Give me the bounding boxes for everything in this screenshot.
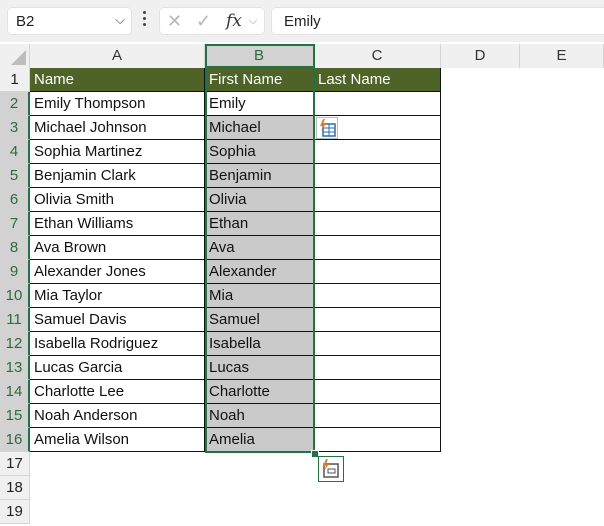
formula-input[interactable]: Emily xyxy=(271,7,604,35)
cell-first-name[interactable]: Ethan xyxy=(205,212,314,236)
cell-last-name[interactable] xyxy=(314,404,441,428)
row-header[interactable]: 1 xyxy=(0,68,30,92)
header-cell-first-name[interactable]: First Name xyxy=(205,68,314,92)
cell-first-name[interactable]: Emily xyxy=(205,92,314,116)
cell-last-name[interactable] xyxy=(314,188,441,212)
cell-first-name[interactable]: Charlotte xyxy=(205,380,314,404)
cell-name[interactable]: Isabella Rodriguez xyxy=(30,332,205,356)
cell-name[interactable]: Sophia Martinez xyxy=(30,140,205,164)
cell-last-name[interactable] xyxy=(314,236,441,260)
row-header[interactable]: 19 xyxy=(0,500,30,524)
cancel-icon[interactable]: ✕ xyxy=(167,11,182,32)
row-header[interactable]: 16 xyxy=(0,428,30,452)
cell-name[interactable]: Amelia Wilson xyxy=(30,428,205,452)
cell-last-name[interactable] xyxy=(314,260,441,284)
cell-name[interactable]: Mia Taylor xyxy=(30,284,205,308)
column-header-b[interactable]: B xyxy=(205,44,314,68)
cell-name[interactable]: Michael Johnson xyxy=(30,116,205,140)
row-header[interactable]: 14 xyxy=(0,380,30,404)
cell-last-name[interactable] xyxy=(314,332,441,356)
cell-first-name[interactable]: Amelia xyxy=(205,428,314,452)
row-header[interactable]: 5 xyxy=(0,164,30,188)
cell-last-name[interactable] xyxy=(314,428,441,452)
row-header[interactable]: 12 xyxy=(0,332,30,356)
cell-first-name[interactable]: Mia xyxy=(205,284,314,308)
header-cell-last-name[interactable]: Last Name xyxy=(314,68,441,92)
cell-last-name[interactable] xyxy=(314,380,441,404)
row-header[interactable]: 9 xyxy=(0,260,30,284)
row-header[interactable]: 17 xyxy=(0,452,30,476)
cell-first-name[interactable]: Samuel xyxy=(205,308,314,332)
row-header[interactable]: 6 xyxy=(0,188,30,212)
name-box[interactable]: B2 ⌵ xyxy=(7,7,132,35)
cell-name[interactable]: Charlotte Lee xyxy=(30,380,205,404)
column-header-a[interactable]: A xyxy=(30,44,205,68)
cell-first-name[interactable]: Michael xyxy=(205,116,314,140)
row-header[interactable]: 8 xyxy=(0,236,30,260)
row-header[interactable]: 4 xyxy=(0,140,30,164)
cell-name[interactable]: Samuel Davis xyxy=(30,308,205,332)
cell-first-name[interactable]: Alexander xyxy=(205,260,314,284)
formula-value: Emily xyxy=(284,13,321,30)
flash-fill-options-button[interactable] xyxy=(318,456,344,482)
cell-name[interactable]: Alexander Jones xyxy=(30,260,205,284)
cell-last-name[interactable] xyxy=(314,308,441,332)
cell-first-name[interactable]: Olivia xyxy=(205,188,314,212)
cell-name[interactable]: Ava Brown xyxy=(30,236,205,260)
column-header-e[interactable]: E xyxy=(520,44,604,68)
row-header[interactable]: 3 xyxy=(0,116,30,140)
row-header[interactable]: 15 xyxy=(0,404,30,428)
cell-name[interactable]: Lucas Garcia xyxy=(30,356,205,380)
formula-bar: B2 ⌵ ✕ ✓ fx ⌵ Emily xyxy=(0,0,604,42)
row-header[interactable]: 2 xyxy=(0,92,30,116)
enter-icon[interactable]: ✓ xyxy=(196,11,211,32)
cell-first-name[interactable]: Sophia xyxy=(205,140,314,164)
cell-name[interactable]: Noah Anderson xyxy=(30,404,205,428)
row-header[interactable]: 13 xyxy=(0,356,30,380)
flash-fill-options-icon xyxy=(323,459,339,478)
cell-last-name[interactable] xyxy=(314,92,441,116)
cell-last-name[interactable] xyxy=(314,356,441,380)
formula-actions: ✕ ✓ fx ⌵ xyxy=(159,7,265,35)
cell-first-name[interactable]: Benjamin xyxy=(205,164,314,188)
cell-last-name[interactable] xyxy=(314,212,441,236)
more-options-icon[interactable] xyxy=(143,11,147,29)
name-box-value: B2 xyxy=(16,13,35,30)
chevron-down-icon[interactable]: ⌵ xyxy=(249,15,257,28)
row-header[interactable]: 11 xyxy=(0,308,30,332)
row-header[interactable]: 10 xyxy=(0,284,30,308)
insert-function-icon[interactable]: fx xyxy=(226,11,242,31)
cell-name[interactable]: Ethan Williams xyxy=(30,212,205,236)
cell-first-name[interactable]: Noah xyxy=(205,404,314,428)
column-header-d[interactable]: D xyxy=(441,44,520,68)
row-header[interactable]: 7 xyxy=(0,212,30,236)
flash-fill-button[interactable] xyxy=(316,117,338,139)
cell-name[interactable]: Olivia Smith xyxy=(30,188,205,212)
row-header[interactable]: 18 xyxy=(0,476,30,500)
chevron-down-icon[interactable]: ⌵ xyxy=(115,12,125,28)
flash-fill-icon xyxy=(320,119,336,137)
cell-last-name[interactable] xyxy=(314,140,441,164)
cell-first-name[interactable]: Ava xyxy=(205,236,314,260)
header-cell-name[interactable]: Name xyxy=(30,68,205,92)
select-all-button[interactable] xyxy=(0,44,30,68)
cell-last-name[interactable] xyxy=(314,164,441,188)
cell-first-name[interactable]: Isabella xyxy=(205,332,314,356)
cell-first-name[interactable]: Lucas xyxy=(205,356,314,380)
cell-last-name[interactable] xyxy=(314,284,441,308)
cell-name[interactable]: Emily Thompson xyxy=(30,92,205,116)
column-header-c[interactable]: C xyxy=(314,44,441,68)
cell-name[interactable]: Benjamin Clark xyxy=(30,164,205,188)
